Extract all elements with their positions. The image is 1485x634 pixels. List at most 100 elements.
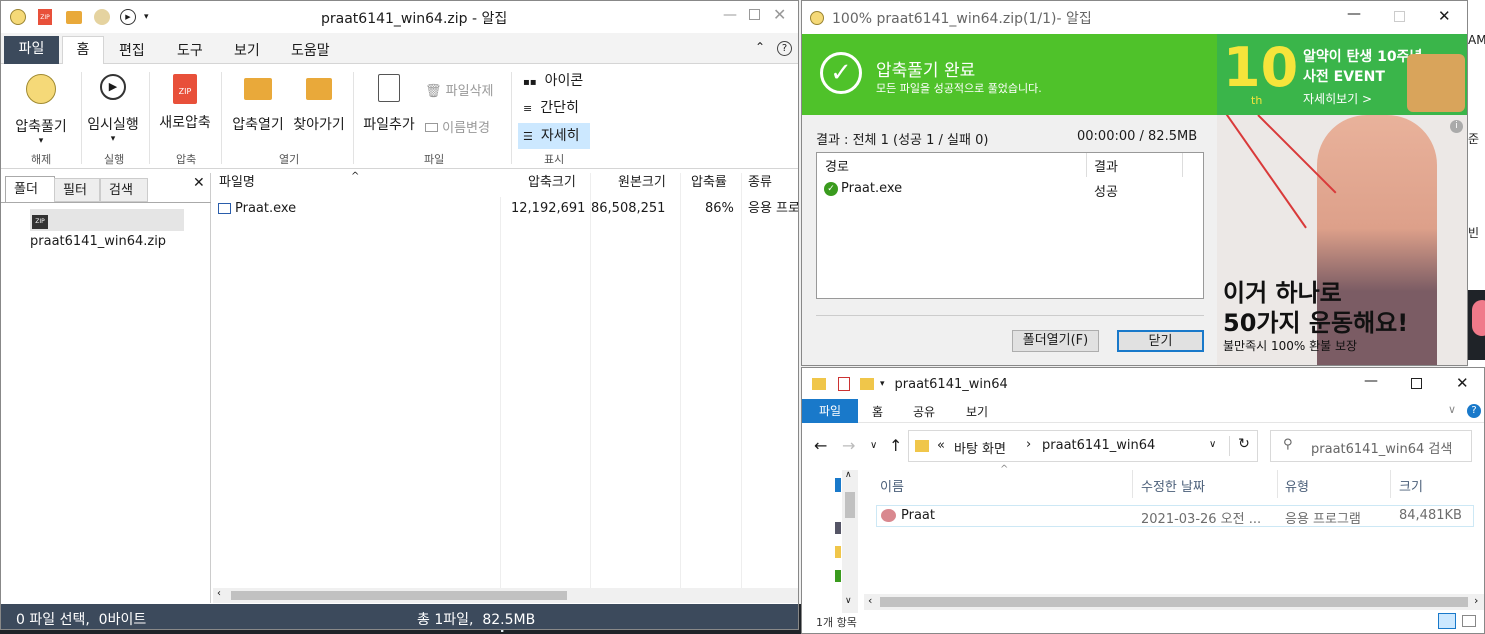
exp-col-date[interactable]: 수정한 날짜 xyxy=(1141,476,1205,495)
table-row[interactable]: Praat 2021-03-26 오전 ... 응용 프로그램 84,481KB xyxy=(876,505,1474,527)
scroll-left-icon[interactable]: ‹ xyxy=(868,594,872,607)
col-result[interactable]: 결과 xyxy=(1094,156,1118,175)
delete-file-button[interactable]: 🗑 파일삭제 xyxy=(425,80,494,99)
exp-col-name[interactable]: 이름 xyxy=(880,476,904,495)
h-scroll-thumb[interactable] xyxy=(231,591,567,600)
exp-tab-home[interactable]: 홈 xyxy=(872,403,883,420)
back-icon[interactable]: ← xyxy=(814,436,827,455)
nav-scrollbar[interactable]: ∧ ∨ xyxy=(842,470,858,613)
goto-button[interactable]: 찾아가기 xyxy=(289,70,349,144)
extract-button[interactable]: 압축풀기 ▾ xyxy=(7,70,75,146)
nav-scroll-thumb[interactable] xyxy=(845,492,855,518)
folder-open-qa-icon[interactable] xyxy=(66,10,82,24)
h-scrollbar[interactable]: ‹ xyxy=(213,588,798,603)
qa-dropdown-icon[interactable]: ▾ xyxy=(144,12,149,22)
dialog-minimize-button[interactable]: — xyxy=(1347,6,1361,22)
extract-label: 압축풀기 xyxy=(15,119,67,135)
open-zip-button[interactable]: 압축열기 xyxy=(227,70,289,144)
refresh-icon[interactable]: ↻ xyxy=(1229,436,1258,456)
alzip-app-icon xyxy=(810,10,824,25)
tab-edit[interactable]: 편집 xyxy=(119,40,145,60)
ad-info-icon[interactable]: i xyxy=(1450,120,1463,133)
properties-qa-icon[interactable] xyxy=(838,377,850,391)
panel-tab-folder[interactable]: 폴더 xyxy=(5,176,55,202)
add-file-button[interactable]: 파일추가 xyxy=(358,70,420,144)
open-folder-button[interactable]: 폴더열기(F) xyxy=(1012,330,1099,352)
explorer-close-button[interactable]: ✕ xyxy=(1456,374,1469,392)
close-button[interactable]: ✕ xyxy=(773,5,786,24)
nav-icon-4[interactable] xyxy=(835,570,841,582)
tab-help[interactable]: 도움말 xyxy=(291,40,330,60)
exp-tab-file[interactable]: 파일 xyxy=(802,399,858,423)
scroll-right-icon[interactable]: › xyxy=(1474,594,1478,607)
view-detail-button[interactable]: ☰ 자세히 xyxy=(518,123,590,149)
explorer-maximize-button[interactable] xyxy=(1411,378,1422,389)
tree-item-label: praat6141_win64.zip xyxy=(30,234,167,249)
details-view-icon[interactable] xyxy=(1438,613,1456,629)
temp-run-dropdown-icon[interactable]: ▾ xyxy=(83,134,143,144)
ribbon-body: 압축풀기 ▾ 해제 ▶ 임시실행 ▾ 실행 ZIP 새로압축 압축 압축열기 찾… xyxy=(1,64,798,169)
new-zip-button[interactable]: ZIP 새로압축 xyxy=(153,70,217,144)
forward-icon[interactable]: → xyxy=(842,436,855,455)
col-name[interactable]: 파일명 xyxy=(219,173,255,193)
zip-qa-icon[interactable]: ZIP xyxy=(38,9,52,25)
temp-run-button[interactable]: ▶ 임시실행 ▾ xyxy=(83,70,143,144)
new-folder-qa-icon[interactable] xyxy=(860,378,874,390)
tree-item-zip[interactable]: ZIP praat6141_win64.zip xyxy=(30,209,184,249)
explorer-h-scrollbar[interactable]: ‹ › xyxy=(864,594,1484,610)
col-ratio[interactable]: 압축률 xyxy=(691,173,727,193)
explorer-h-thumb[interactable] xyxy=(880,597,1468,607)
list-item[interactable]: ✓ Praat.exe 성공 xyxy=(822,180,1202,200)
col-path[interactable]: 경로 xyxy=(825,156,849,175)
exp-col-type[interactable]: 유형 xyxy=(1285,476,1309,495)
col-type[interactable]: 종류 xyxy=(748,173,772,193)
dialog-maximize-button[interactable] xyxy=(1394,11,1405,22)
view-simple-button[interactable]: ≡ 간단히 xyxy=(518,97,590,119)
address-bar[interactable]: « 바탕 화면 › praat6141_win64 ∨ ↻ xyxy=(908,430,1258,462)
sort-asc-icon: ^ xyxy=(1000,464,1009,475)
ribbon-expand-icon[interactable]: ∨ xyxy=(1448,403,1456,416)
explorer-minimize-button[interactable]: — xyxy=(1364,373,1378,389)
minimize-button[interactable]: — xyxy=(723,7,737,23)
breadcrumb-desktop[interactable]: 바탕 화면 xyxy=(954,438,1006,457)
search-box[interactable]: ⚲ praat6141_win64 검색 xyxy=(1270,430,1472,462)
explorer-help-icon[interactable]: ? xyxy=(1467,404,1481,418)
help-icon[interactable]: ? xyxy=(777,41,792,56)
maximize-button[interactable] xyxy=(749,9,760,20)
panel-tab-filter[interactable]: 필터 xyxy=(54,178,100,202)
nav-icon-2[interactable] xyxy=(835,522,841,534)
scroll-left-icon[interactable]: ‹ xyxy=(217,588,221,599)
exp-tab-view[interactable]: 보기 xyxy=(966,403,988,420)
ad-top[interactable]: 10 th 알약이 탄생 10주년 사전 EVENT 자세히보기 > xyxy=(1217,34,1467,115)
up-icon[interactable]: ↑ xyxy=(889,436,902,455)
nav-icon-3[interactable] xyxy=(835,546,841,558)
breadcrumb-folder[interactable]: praat6141_win64 xyxy=(1042,438,1155,453)
nav-icon-1[interactable] xyxy=(835,478,841,492)
address-dropdown-icon[interactable]: ∨ xyxy=(1209,439,1216,450)
ad-bottom[interactable]: i 이거 하나로 50가지 운동해요! 불만족시 100% 환불 보장 xyxy=(1217,115,1467,365)
panel-close-icon[interactable]: ✕ xyxy=(193,175,205,191)
recent-dropdown-icon[interactable]: ∨ xyxy=(870,440,877,451)
breadcrumb-overflow[interactable]: « xyxy=(937,438,945,453)
col-size[interactable]: 원본크기 xyxy=(618,173,666,193)
dialog-close-button[interactable]: ✕ xyxy=(1438,7,1451,25)
exp-tab-share[interactable]: 공유 xyxy=(913,403,935,420)
tab-home[interactable]: 홈 xyxy=(62,36,104,65)
exp-col-size[interactable]: 크기 xyxy=(1399,476,1423,495)
tab-file[interactable]: 파일 xyxy=(4,36,59,64)
col-packed[interactable]: 압축크기 xyxy=(528,173,576,193)
view-icon-button[interactable]: ▪▪ 아이콘 xyxy=(518,70,590,92)
close-dialog-button[interactable]: 닫기 xyxy=(1117,330,1204,352)
ribbon-collapse-icon[interactable]: ⌃ xyxy=(755,40,765,54)
run-qa-icon[interactable]: ▶ xyxy=(120,9,136,25)
qa-dropdown-icon[interactable]: ▾ xyxy=(880,379,885,389)
rename-button[interactable]: 이름변경 xyxy=(425,117,490,136)
tab-view[interactable]: 보기 xyxy=(234,40,260,60)
table-row[interactable]: Praat.exe 12,192,691 86,508,251 86% 응용 프… xyxy=(213,198,798,220)
large-icons-view-icon[interactable] xyxy=(1462,615,1476,627)
extract-dropdown-icon[interactable]: ▾ xyxy=(7,136,75,146)
tab-tools[interactable]: 도구 xyxy=(177,40,203,60)
extract-icon xyxy=(26,74,56,104)
alzip-qa-icon[interactable] xyxy=(94,9,110,25)
panel-tab-search[interactable]: 검색 xyxy=(100,178,148,202)
